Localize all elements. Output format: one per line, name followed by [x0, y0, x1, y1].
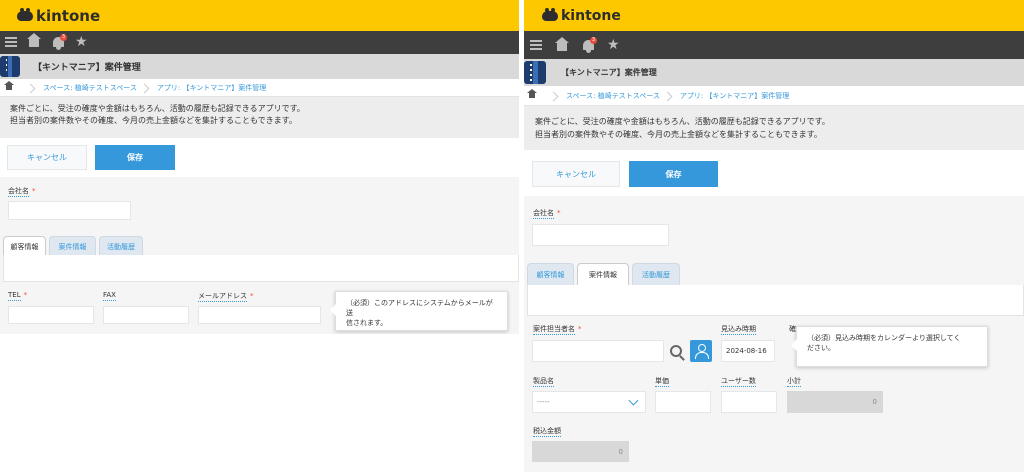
unit-price-label: 単価	[655, 377, 669, 387]
breadcrumb-space-link[interactable]: スペース: 植崎テストスペース	[566, 91, 660, 101]
user-select-button[interactable]	[690, 340, 712, 362]
notification-bell-icon[interactable]: 3	[583, 37, 597, 53]
record-toolbar: キャンセル 保存	[0, 138, 519, 177]
unit-price-input[interactable]	[655, 391, 711, 413]
tab-activity-history[interactable]: 活動履歴	[632, 263, 680, 285]
search-icon	[670, 345, 682, 357]
expected-period-tooltip: （必須）見込み時期をカレンダーより選択してく ださい。	[791, 326, 988, 367]
fax-label: FAX	[103, 291, 116, 301]
company-name-input[interactable]	[8, 201, 131, 220]
app-title-bar: 【キントマニア】案件管理	[524, 59, 1024, 86]
kintone-logo-icon	[542, 8, 558, 21]
breadcrumb-separator	[662, 91, 673, 101]
tab-customer-info[interactable]: 顧客情報	[3, 236, 46, 256]
user-count-label: ユーザー数	[721, 377, 756, 387]
fax-input[interactable]	[103, 306, 189, 324]
expected-period-input[interactable]: 2024-08-16	[721, 340, 775, 362]
tab-content-area	[527, 285, 1024, 316]
logo-bar: kintone	[524, 0, 1024, 31]
total-with-tax-label: 税込金額	[533, 427, 561, 437]
cancel-button[interactable]: キャンセル	[7, 145, 87, 170]
search-button[interactable]	[667, 342, 685, 360]
logo-bar: kintone	[0, 0, 519, 31]
app-description: 案件ごとに、受注の確度や金額はもちろん、活動の履歴も記録できるアプリです。 担当…	[0, 97, 519, 138]
app-title: 【キントマニア】案件管理	[561, 68, 657, 77]
kintone-logo[interactable]: kintone	[542, 8, 621, 24]
company-name-input[interactable]	[532, 224, 669, 246]
subtotal-value: 0	[787, 391, 883, 413]
menu-icon[interactable]	[529, 37, 543, 53]
left-panel: kintone 3 ★ 【キントマニア】案件管理 スペース: 植崎テストスペース	[0, 0, 519, 334]
cancel-button[interactable]: キャンセル	[532, 161, 620, 187]
user-count-input[interactable]	[721, 391, 777, 413]
menu-icon[interactable]	[4, 34, 18, 50]
tel-label: TEL *	[8, 291, 28, 301]
deal-owner-input[interactable]	[532, 340, 664, 362]
home-icon[interactable]	[27, 33, 41, 49]
company-name-label: 会社名 *	[8, 187, 36, 197]
deal-owner-label: 案件担当者名 *	[533, 325, 582, 335]
kintone-logo-icon	[17, 8, 33, 21]
kintone-logo[interactable]: kintone	[17, 7, 100, 25]
chevron-down-icon	[628, 395, 639, 406]
tab-deal-info[interactable]: 案件情報	[577, 263, 629, 285]
app-icon	[524, 61, 546, 84]
subtotal-label: 小計	[787, 377, 801, 387]
notification-bell-icon[interactable]: 3	[53, 34, 67, 50]
app-description: 案件ごとに、受注の確度や金額はもちろん、活動の履歴も記録できるアプリです。 担当…	[524, 106, 1024, 150]
breadcrumb-separator	[548, 91, 559, 101]
save-button[interactable]: 保存	[629, 161, 718, 187]
right-panel: kintone 3 ★ 【キントマニア】案件管理 スペース: 植崎テストスペース	[524, 0, 1024, 472]
email-label: メールアドレス *	[198, 292, 254, 302]
app-title-bar: 【キントマニア】案件管理	[0, 54, 519, 79]
save-button[interactable]: 保存	[95, 145, 175, 170]
global-nav-bar: 3 ★	[0, 31, 519, 54]
tab-customer-info[interactable]: 顧客情報	[527, 263, 574, 285]
home-icon[interactable]	[555, 37, 569, 53]
record-toolbar: キャンセル 保存	[524, 150, 1024, 196]
favorite-star-icon[interactable]: ★	[75, 35, 88, 49]
total-with-tax-value: 0	[532, 441, 629, 462]
certainty-label: 確	[789, 325, 796, 333]
record-form: 会社名 * 顧客情報 案件情報 活動履歴 案件担当者名 * 見込み時期 2024-0…	[524, 196, 1024, 472]
notification-badge: 3	[590, 37, 597, 44]
breadcrumb-home-icon[interactable]	[527, 88, 537, 100]
tel-input[interactable]	[8, 306, 94, 324]
screenshot-root: kintone 3 ★ 【キントマニア】案件管理 スペース: 植崎テストスペース	[0, 0, 1024, 472]
favorite-star-icon[interactable]: ★	[607, 38, 620, 52]
user-icon	[694, 344, 709, 359]
email-input[interactable]	[198, 306, 321, 324]
expected-period-label: 見込み時期	[721, 325, 756, 335]
breadcrumb-separator	[139, 83, 150, 93]
breadcrumb: スペース: 植崎テストスペース アプリ: 【キントマニア】案件管理	[524, 86, 1024, 106]
notification-badge: 3	[60, 34, 67, 41]
tab-deal-info[interactable]: 案件情報	[49, 236, 96, 256]
breadcrumb-space-link[interactable]: スペース: 植崎テストスペース	[43, 83, 137, 93]
breadcrumb: スペース: 植崎テストスペース アプリ: 【キントマニア】案件管理	[0, 79, 519, 97]
tab-activity-history[interactable]: 活動履歴	[99, 236, 143, 256]
breadcrumb-app-link[interactable]: アプリ: 【キントマニア】案件管理	[680, 91, 789, 101]
tab-content-area	[3, 255, 519, 282]
email-tooltip: （必須）このアドレスにシステムからメールが送 信されます。	[330, 291, 508, 331]
breadcrumb-separator	[25, 83, 36, 93]
app-icon	[0, 56, 20, 77]
product-name-label: 製品名	[533, 377, 554, 387]
app-title: 【キントマニア】案件管理	[33, 63, 141, 73]
company-name-label: 会社名 *	[533, 209, 561, 219]
global-nav-bar: 3 ★	[524, 31, 1024, 59]
product-name-select[interactable]: -----	[532, 391, 646, 413]
record-form: 会社名 * 顧客情報 案件情報 活動履歴 TEL * FAX メールアドレス * （必…	[0, 177, 519, 334]
breadcrumb-app-link[interactable]: アプリ: 【キントマニア】案件管理	[157, 83, 266, 93]
breadcrumb-home-icon[interactable]	[4, 80, 14, 92]
